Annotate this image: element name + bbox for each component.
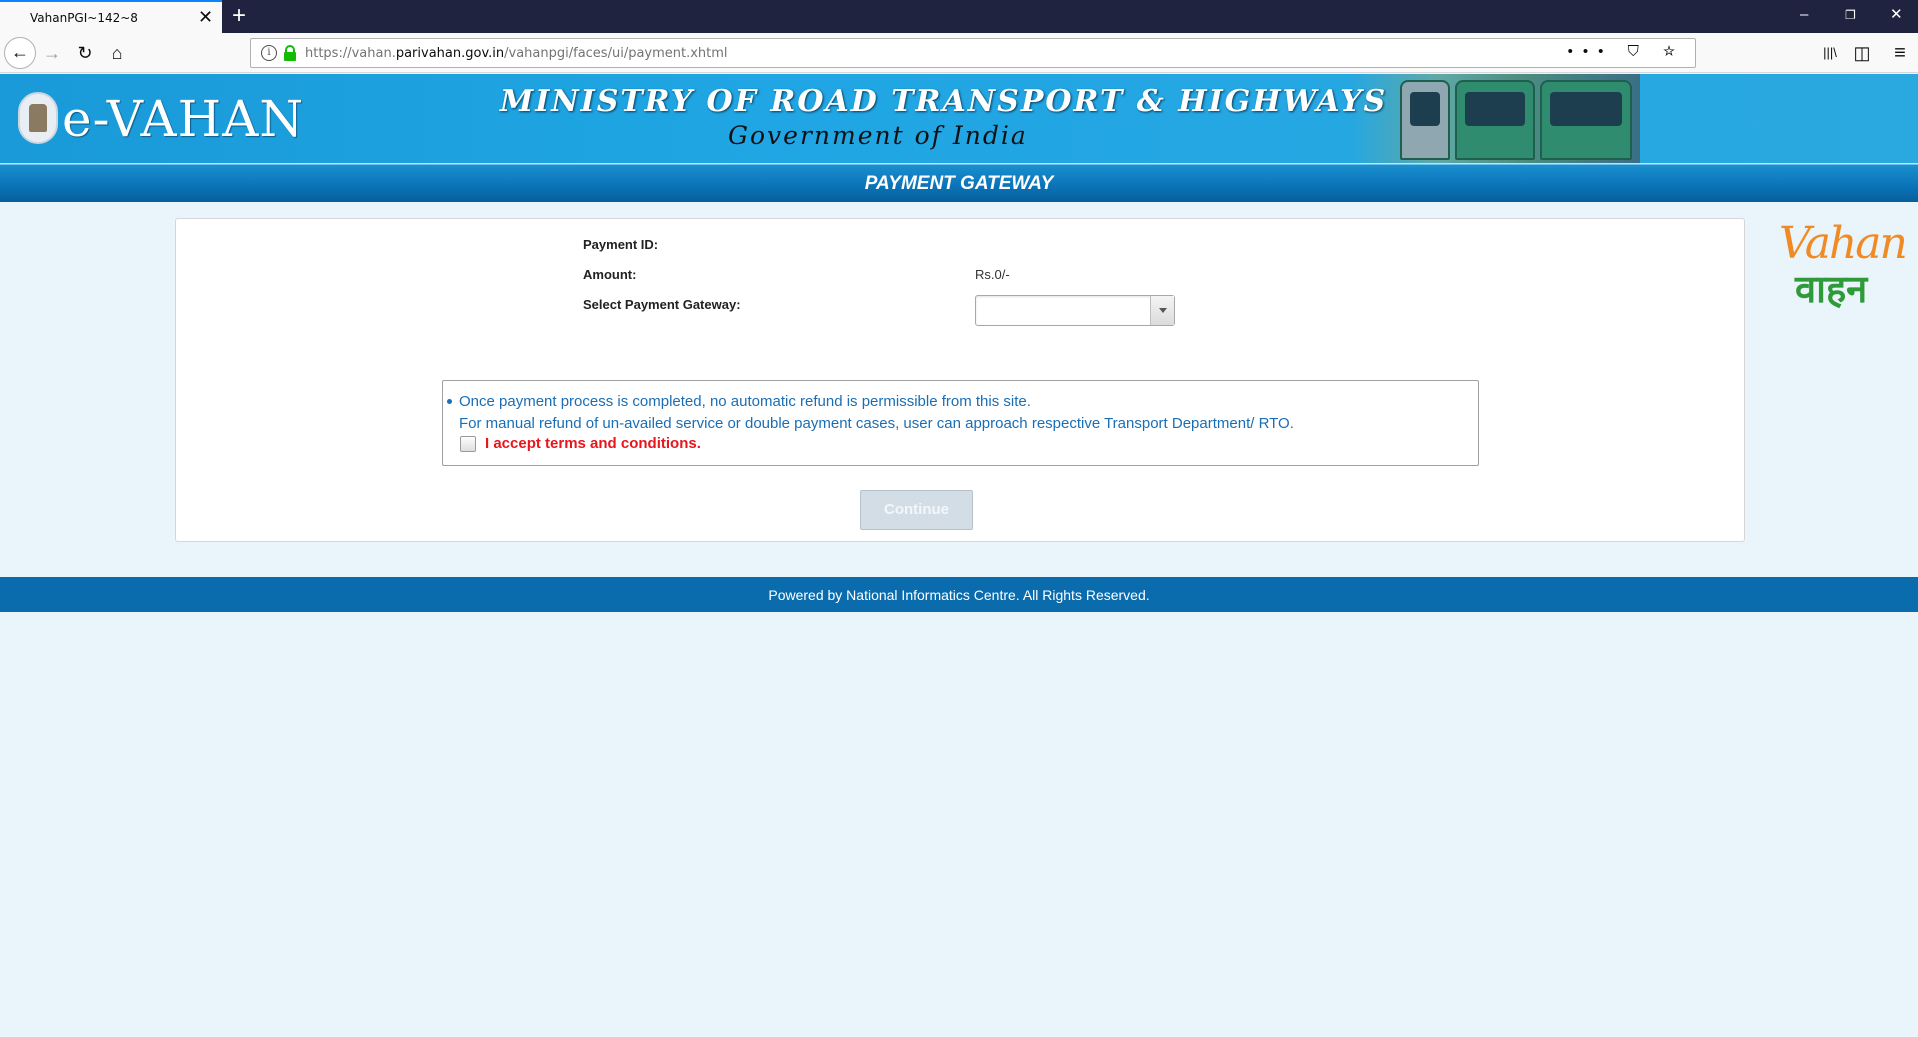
tab-title: VahanPGI~142~8 (30, 11, 138, 25)
browser-tab[interactable]: VahanPGI~142~8 ✕ (0, 0, 222, 33)
notice-line-1: Once payment process is completed, no au… (459, 393, 1031, 410)
window-close-button[interactable]: ✕ (1890, 5, 1903, 25)
bus-image (1455, 80, 1535, 160)
payment-gateway-select[interactable] (975, 295, 1175, 326)
gateway-label: Select Payment Gateway: (583, 297, 741, 312)
chevron-down-icon (1159, 308, 1167, 313)
vahan-logo-hindi: वाहन (1795, 267, 1868, 311)
amount-value: Rs.0/- (975, 267, 1010, 282)
url-text: https://vahan.parivahan.gov.in/vahanpgi/… (305, 46, 728, 61)
forward-icon[interactable]: → (40, 41, 64, 65)
restore-button[interactable]: ❐ (1845, 5, 1856, 25)
page-actions-icon[interactable]: ••• ⛉ ☆ (1568, 43, 1685, 60)
back-icon[interactable]: ← (4, 37, 36, 69)
payment-id-label: Payment ID: (583, 237, 659, 252)
site-info-icon[interactable]: i (261, 45, 277, 61)
dropdown-button[interactable] (1150, 296, 1174, 325)
tab-close-icon[interactable]: ✕ (198, 8, 213, 26)
url-path: /vahanpgi/faces/ui/payment.xhtml (504, 46, 728, 61)
navigation-bar: ← → ↻ ⌂ i https://vahan.parivahan.gov.in… (0, 33, 1918, 73)
emblem-inner (29, 104, 47, 132)
bus-image (1400, 80, 1450, 160)
amount-label: Amount: (583, 267, 637, 282)
government-title: Government of India (728, 121, 1028, 150)
notice-line-2: For manual refund of un-availed service … (459, 415, 1294, 432)
continue-button[interactable]: Continue (860, 490, 973, 530)
footer-text: Powered by National Informatics Centre. … (768, 587, 1150, 603)
bus-window (1410, 92, 1440, 126)
ministry-title: MINISTRY OF ROAD TRANSPORT & HIGHWAYS (500, 84, 1388, 119)
lock-icon (284, 45, 296, 61)
home-icon[interactable]: ⌂ (105, 41, 129, 65)
bus-window (1465, 92, 1525, 126)
bus-photo (1350, 74, 1640, 163)
url-prefix: https://vahan. (305, 46, 396, 61)
terms-checkbox[interactable] (460, 436, 476, 452)
terms-label[interactable]: I accept terms and conditions. (485, 435, 701, 452)
emblem-icon (18, 92, 58, 144)
evahan-logo: e-VAHAN (62, 90, 305, 148)
refund-notice: Once payment process is completed, no au… (442, 380, 1479, 466)
library-icon[interactable]: |||\ (1818, 41, 1842, 65)
url-domain: parivahan.gov.in (395, 46, 505, 61)
bus-window (1550, 92, 1622, 126)
footer: Powered by National Informatics Centre. … (0, 577, 1918, 612)
new-tab-button[interactable]: + (232, 3, 246, 29)
minimize-button[interactable]: – (1800, 5, 1808, 25)
sidebar-icon[interactable]: ◫ (1850, 41, 1874, 65)
tab-strip: VahanPGI~142~8 ✕ + – ❐ ✕ (0, 0, 1918, 33)
reload-icon[interactable]: ↻ (73, 41, 97, 65)
page-title: PAYMENT GATEWAY (864, 173, 1054, 194)
url-bar[interactable]: i https://vahan.parivahan.gov.in/vahanpg… (250, 38, 1696, 68)
bullet-icon (447, 399, 452, 404)
bus-image (1540, 80, 1632, 160)
menu-icon[interactable]: ≡ (1888, 41, 1912, 65)
header-banner: e-VAHAN MINISTRY OF ROAD TRANSPORT & HIG… (0, 74, 1918, 165)
page-title-bar: PAYMENT GATEWAY (0, 164, 1918, 202)
